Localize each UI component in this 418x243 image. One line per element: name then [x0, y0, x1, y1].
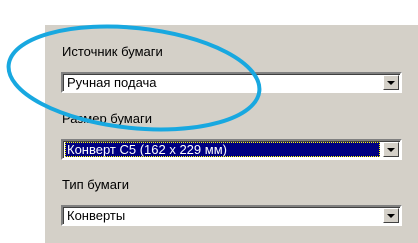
paper-source-label: Источник бумаги [62, 44, 163, 59]
paper-type-dropdown-button[interactable] [383, 208, 399, 223]
chevron-down-icon [387, 81, 395, 85]
printer-settings-screenshot: Источник бумаги Ручная подача Размер бум… [0, 0, 418, 243]
paper-source-value: Ручная подача [67, 75, 157, 90]
paper-source-dropdown[interactable]: Ручная подача [61, 72, 402, 93]
chevron-down-icon [387, 214, 395, 218]
paper-type-dropdown[interactable]: Конверты [61, 205, 402, 226]
paper-size-dropdown[interactable]: Конверт C5 (162 x 229 мм) [61, 139, 402, 160]
paper-type-value: Конверты [67, 208, 126, 223]
paper-source-dropdown-button[interactable] [383, 75, 399, 90]
paper-size-label: Размер бумаги [62, 111, 152, 126]
chevron-down-icon [387, 148, 395, 152]
paper-size-value: Конверт C5 (162 x 229 мм) [65, 142, 380, 157]
paper-type-label: Тип бумаги [62, 177, 129, 192]
paper-size-dropdown-button[interactable] [383, 142, 399, 157]
